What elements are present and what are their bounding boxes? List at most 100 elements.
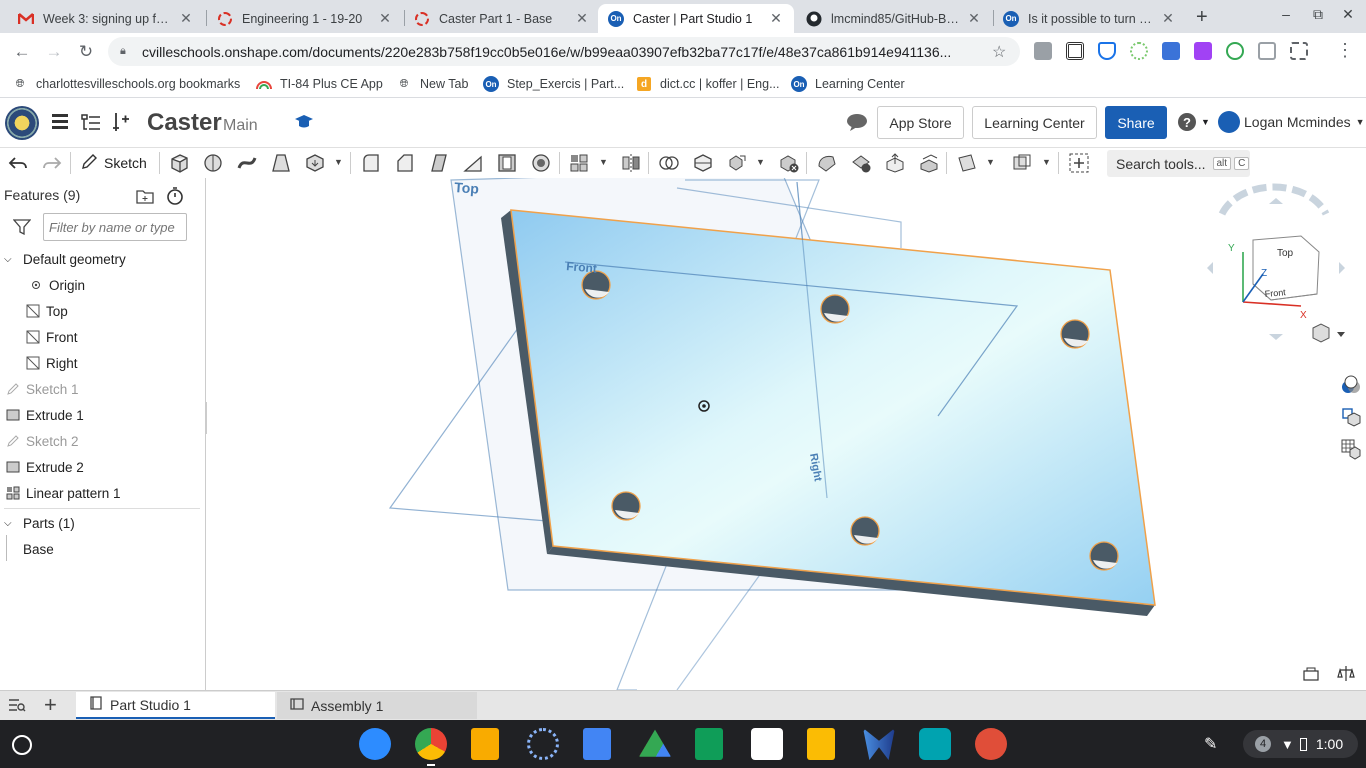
back-icon[interactable]: ←: [10, 40, 34, 64]
bookmark-item[interactable]: TI-84 Plus CE App: [256, 75, 383, 93]
graduation-cap-icon[interactable]: [294, 113, 314, 134]
redo-icon[interactable]: [41, 152, 63, 174]
feature-item-top[interactable]: Top: [25, 299, 230, 323]
drive-app-icon[interactable]: [639, 729, 671, 757]
feature-item-front[interactable]: Front: [25, 325, 230, 349]
feature-item-origin[interactable]: Origin: [28, 273, 233, 297]
bookmark-item[interactable]: 🌐︎ New Tab: [396, 75, 469, 93]
add-custom-feature-icon[interactable]: [1068, 152, 1090, 174]
split-icon[interactable]: [692, 152, 714, 174]
plane-icon[interactable]: [956, 152, 978, 174]
fillet-icon[interactable]: [360, 152, 382, 174]
view-cube[interactable]: Top Front X Y Z: [1207, 183, 1345, 340]
minimize-icon[interactable]: –: [1275, 6, 1297, 26]
browser-tab[interactable]: Caster Part 1 - Base ✕: [404, 4, 600, 33]
feature-item-linear-pattern[interactable]: Linear pattern 1: [5, 481, 210, 505]
tab-part-studio[interactable]: Part Studio 1: [76, 692, 275, 719]
bookmark-item[interactable]: 🌐︎ charlottesvilleschools.org bookmarks: [12, 75, 241, 93]
chamfer-icon[interactable]: [394, 152, 416, 174]
bookmark-item[interactable]: On Step_Exercis | Part...: [483, 75, 624, 93]
pattern-icon[interactable]: [568, 152, 590, 174]
close-tab-icon[interactable]: ✕: [178, 10, 194, 27]
chevron-down-icon[interactable]: ▼: [334, 157, 343, 167]
mirror-icon[interactable]: [620, 152, 642, 174]
draft-icon[interactable]: [428, 152, 450, 174]
configurations-icon[interactable]: [1340, 406, 1362, 431]
loft-icon[interactable]: [270, 152, 292, 174]
close-tab-icon[interactable]: ✕: [768, 10, 784, 27]
feature-item-right[interactable]: Right: [25, 351, 230, 375]
canvas-app-icon[interactable]: [975, 728, 1007, 760]
feature-item-sketch[interactable]: Sketch 2: [5, 429, 210, 453]
appearance-icon[interactable]: [1340, 374, 1362, 399]
butterfly-app-icon[interactable]: [863, 728, 895, 760]
boolean-icon[interactable]: [658, 152, 680, 174]
chrome-app-icon[interactable]: [415, 728, 447, 760]
model-view[interactable]: Top Front Right Top Front X Y Z: [207, 178, 1366, 690]
comment-icon[interactable]: [846, 112, 868, 135]
browser-tab[interactable]: lmcmind85/GitHub-Basi ✕: [796, 4, 992, 33]
bookmark-item[interactable]: d dict.cc | koffer | Eng...: [636, 75, 780, 93]
default-geometry-group[interactable]: ⌵ Default geometry: [4, 247, 209, 271]
feature-list-icon[interactable]: [80, 112, 102, 137]
browser-tab[interactable]: Week 3: signing up for W ✕: [8, 4, 204, 33]
undo-icon[interactable]: [7, 152, 29, 174]
keep-app-icon[interactable]: [807, 728, 835, 760]
plate-top-face[interactable]: [510, 209, 1156, 606]
slides-app-icon[interactable]: [471, 728, 499, 760]
shell-icon[interactable]: [496, 152, 518, 174]
close-tab-icon[interactable]: ✕: [377, 10, 393, 27]
docs-app-icon[interactable]: [583, 728, 611, 760]
tab-manager-icon[interactable]: [8, 697, 26, 716]
extrude-icon[interactable]: [168, 152, 190, 174]
close-window-icon[interactable]: ✕: [1337, 6, 1359, 26]
part-item[interactable]: Base: [23, 537, 228, 561]
new-tab-button[interactable]: +: [1196, 6, 1208, 29]
close-tab-icon[interactable]: ✕: [966, 10, 982, 27]
feature-filter-input[interactable]: [43, 213, 187, 241]
thicken-icon[interactable]: [304, 152, 326, 174]
add-element-icon[interactable]: +: [44, 692, 57, 718]
replace-face-icon[interactable]: [918, 152, 940, 174]
delete-face-icon[interactable]: [850, 152, 872, 174]
revolve-icon[interactable]: [202, 152, 224, 174]
move-face-icon[interactable]: [884, 152, 906, 174]
stopwatch-icon[interactable]: [166, 187, 184, 208]
feature-item-extrude[interactable]: Extrude 1: [5, 403, 210, 427]
mate-connector-icon[interactable]: [1011, 152, 1033, 174]
insert-icon[interactable]: [111, 111, 131, 136]
school-logo[interactable]: [5, 106, 39, 140]
close-tab-icon[interactable]: ✕: [1160, 10, 1176, 27]
system-tray[interactable]: 4 ▼ 1:00: [1243, 730, 1358, 758]
parts-group[interactable]: ⌵ Parts (1): [4, 511, 209, 535]
bluebook-app-icon[interactable]: [751, 728, 783, 760]
modify-fillet-icon[interactable]: [816, 152, 838, 174]
sketch-button[interactable]: Sketch: [80, 151, 147, 175]
measurement-icon[interactable]: [1303, 667, 1319, 681]
branch-name[interactable]: Main: [223, 117, 258, 135]
extension-icon[interactable]: [1162, 42, 1180, 60]
chevron-down-icon[interactable]: ▼: [1042, 157, 1051, 167]
browser-tab-active[interactable]: On Caster | Part Studio 1 ✕: [598, 4, 794, 33]
hole-icon[interactable]: [530, 152, 552, 174]
graphics-viewport[interactable]: Top Front Right Top Front X Y Z: [207, 178, 1366, 690]
app-store-button[interactable]: App Store: [877, 106, 964, 139]
search-tools-input[interactable]: Search tools... alt C: [1107, 150, 1250, 177]
sweep-icon[interactable]: [236, 152, 258, 174]
forward-icon[interactable]: →: [42, 40, 66, 64]
menu-icon[interactable]: [52, 114, 68, 132]
tab-assembly[interactable]: Assembly 1: [277, 692, 477, 719]
feature-item-extrude[interactable]: Extrude 2: [5, 455, 210, 479]
variables-icon[interactable]: [1340, 438, 1362, 463]
cast-icon[interactable]: [1258, 42, 1276, 60]
transform-icon[interactable]: [726, 152, 748, 174]
zoom-app-icon[interactable]: [359, 728, 391, 760]
extension-icon[interactable]: [1130, 42, 1148, 60]
learning-center-button[interactable]: Learning Center: [972, 106, 1097, 139]
browser-tab[interactable]: On Is it possible to turn off s ✕: [993, 4, 1186, 33]
rib-icon[interactable]: [462, 152, 484, 174]
stylus-icon[interactable]: ✎: [1204, 734, 1217, 754]
extension-icon[interactable]: [1034, 42, 1052, 60]
filter-icon[interactable]: [12, 219, 32, 238]
view-cube-menu[interactable]: [1312, 323, 1345, 343]
